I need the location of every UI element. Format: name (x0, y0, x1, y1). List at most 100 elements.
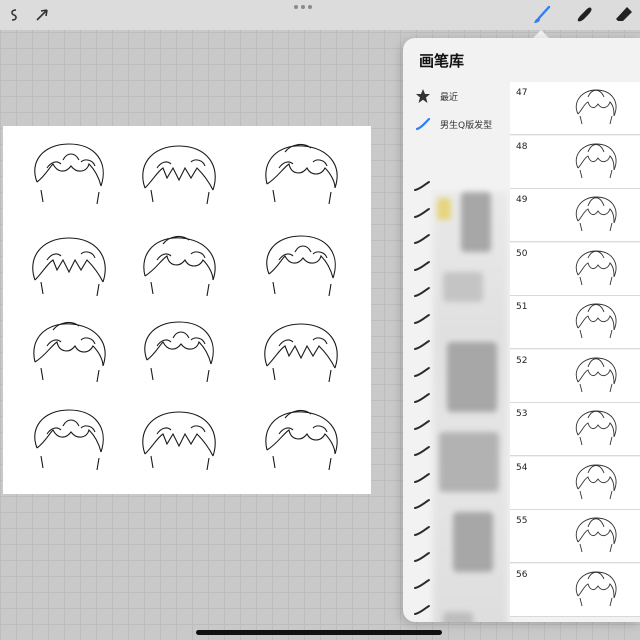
more-dots-button[interactable] (294, 2, 314, 12)
brush-stroke-icon (414, 419, 430, 430)
brush-set-item[interactable] (413, 443, 431, 457)
star-icon (416, 89, 430, 103)
brush-preview-hair-icon (562, 352, 632, 401)
brush-stroke-icon (414, 181, 430, 191)
brush-number: 47 (516, 88, 528, 98)
brush-item[interactable]: 54 (510, 456, 640, 510)
hair-sketch (23, 404, 119, 484)
brush-list: 47 48 49 50 51 52 53 54 55 56 (510, 82, 640, 622)
brush-preview-hair-icon (562, 459, 632, 508)
brush-set-item[interactable] (413, 311, 431, 325)
brush-preview-hair-icon (562, 138, 632, 187)
brush-number: 54 (516, 462, 528, 473)
panel-caret (533, 30, 549, 38)
hair-sketch (23, 316, 119, 396)
brush-stroke-icon (415, 117, 431, 131)
brush-set-item[interactable] (413, 523, 431, 537)
brush-set-item[interactable] (413, 205, 431, 219)
brush-set-item[interactable] (413, 602, 431, 616)
hair-sketch (255, 138, 351, 218)
brush-set-item[interactable] (413, 390, 431, 404)
brush-item[interactable]: 56 (510, 563, 640, 617)
smudge-finger-icon (577, 7, 592, 22)
brush-number: 49 (516, 195, 528, 205)
brush-item[interactable]: 49 (510, 189, 640, 242)
adjustments-icon (11, 9, 17, 21)
brush-stroke-icon (414, 287, 430, 297)
brush-item[interactable]: 53 (510, 403, 640, 456)
arrow-cursor-icon (36, 9, 48, 21)
brush-preview-hair-icon (562, 405, 632, 454)
brush-set-item[interactable] (413, 549, 431, 563)
hair-sketch (255, 230, 351, 310)
brush-number: 50 (516, 248, 528, 259)
brush-number: 53 (516, 409, 528, 419)
paintbrush-icon (534, 5, 551, 23)
brush-sets-list: 最近 男生Q版发型 (403, 82, 508, 622)
top-toolbar (0, 0, 640, 30)
brush-number: 52 (516, 355, 528, 366)
brush-stroke-icon (414, 207, 430, 218)
hair-sketch (23, 230, 119, 310)
brush-item[interactable]: 47 (510, 82, 640, 135)
brush-tool-button[interactable] (530, 3, 554, 27)
brush-set-recent[interactable]: 最近 (403, 82, 508, 110)
dot (301, 5, 305, 9)
hair-sketch (23, 138, 119, 218)
brush-stroke-icon (414, 234, 430, 244)
brush-set-item[interactable] (413, 284, 431, 298)
eraser-tool-button[interactable] (612, 3, 636, 27)
brush-set-item[interactable] (413, 231, 431, 245)
selection-button[interactable] (30, 3, 54, 27)
brush-stroke-icon (414, 472, 430, 483)
hair-sketch (133, 230, 229, 310)
brush-set-label: 男生Q版发型 (440, 120, 493, 131)
brush-item[interactable]: 55 (510, 510, 640, 563)
brush-set-label: 最近 (440, 92, 459, 103)
brush-stroke-icon (414, 260, 430, 271)
brush-set-item[interactable] (413, 178, 431, 192)
dot (308, 5, 312, 9)
brush-stroke-icon (414, 366, 430, 377)
panel-title: 画笔库 (419, 52, 465, 70)
brush-item[interactable]: 52 (510, 349, 640, 403)
brush-set-item[interactable] (413, 576, 431, 590)
brush-set-item[interactable] (413, 417, 431, 431)
brush-set-male-chibi-hair[interactable]: 男生Q版发型 (403, 110, 508, 138)
brush-set-item[interactable] (413, 337, 431, 351)
brush-preview-hair-icon (562, 191, 632, 240)
brush-item[interactable]: 50 (510, 242, 640, 296)
hair-sketch (133, 138, 229, 218)
brush-set-item[interactable] (413, 496, 431, 510)
brush-stroke-icon (414, 446, 430, 456)
hair-sketch (255, 316, 351, 396)
brush-stroke-icon (414, 340, 430, 350)
brush-library-panel: 画笔库 最近 男生Q版发型 47 48 49 50 51 52 53 54 55 56 (403, 38, 640, 622)
adjustments-button[interactable] (2, 3, 26, 27)
brush-set-item[interactable] (413, 470, 431, 484)
brush-number: 56 (516, 569, 528, 580)
brush-stroke-icon (414, 393, 430, 403)
smudge-tool-button[interactable] (573, 3, 597, 27)
brush-item[interactable]: 48 (510, 135, 640, 189)
brush-number: 51 (516, 302, 528, 312)
brush-stroke-icon (414, 578, 430, 589)
brush-stroke-icon (414, 499, 430, 509)
brush-stroke-icon (414, 605, 430, 615)
hair-sketch (133, 404, 229, 484)
brush-set-item[interactable] (413, 364, 431, 378)
brush-set-item[interactable] (413, 258, 431, 272)
brush-number: 55 (516, 516, 528, 526)
brush-preview-hair-icon (562, 298, 632, 347)
brush-preview-hair-icon (562, 566, 632, 615)
brush-preview-hair-icon (562, 245, 632, 294)
home-indicator[interactable] (196, 630, 442, 635)
brush-preview-hair-icon (562, 512, 632, 561)
blurred-set-thumbnails (433, 192, 508, 622)
brush-stroke-icon (414, 552, 430, 562)
dot (294, 5, 298, 9)
brush-item[interactable]: 51 (510, 296, 640, 349)
drawing-canvas[interactable] (3, 126, 371, 494)
brush-number: 48 (516, 141, 528, 152)
eraser-icon (616, 7, 632, 21)
